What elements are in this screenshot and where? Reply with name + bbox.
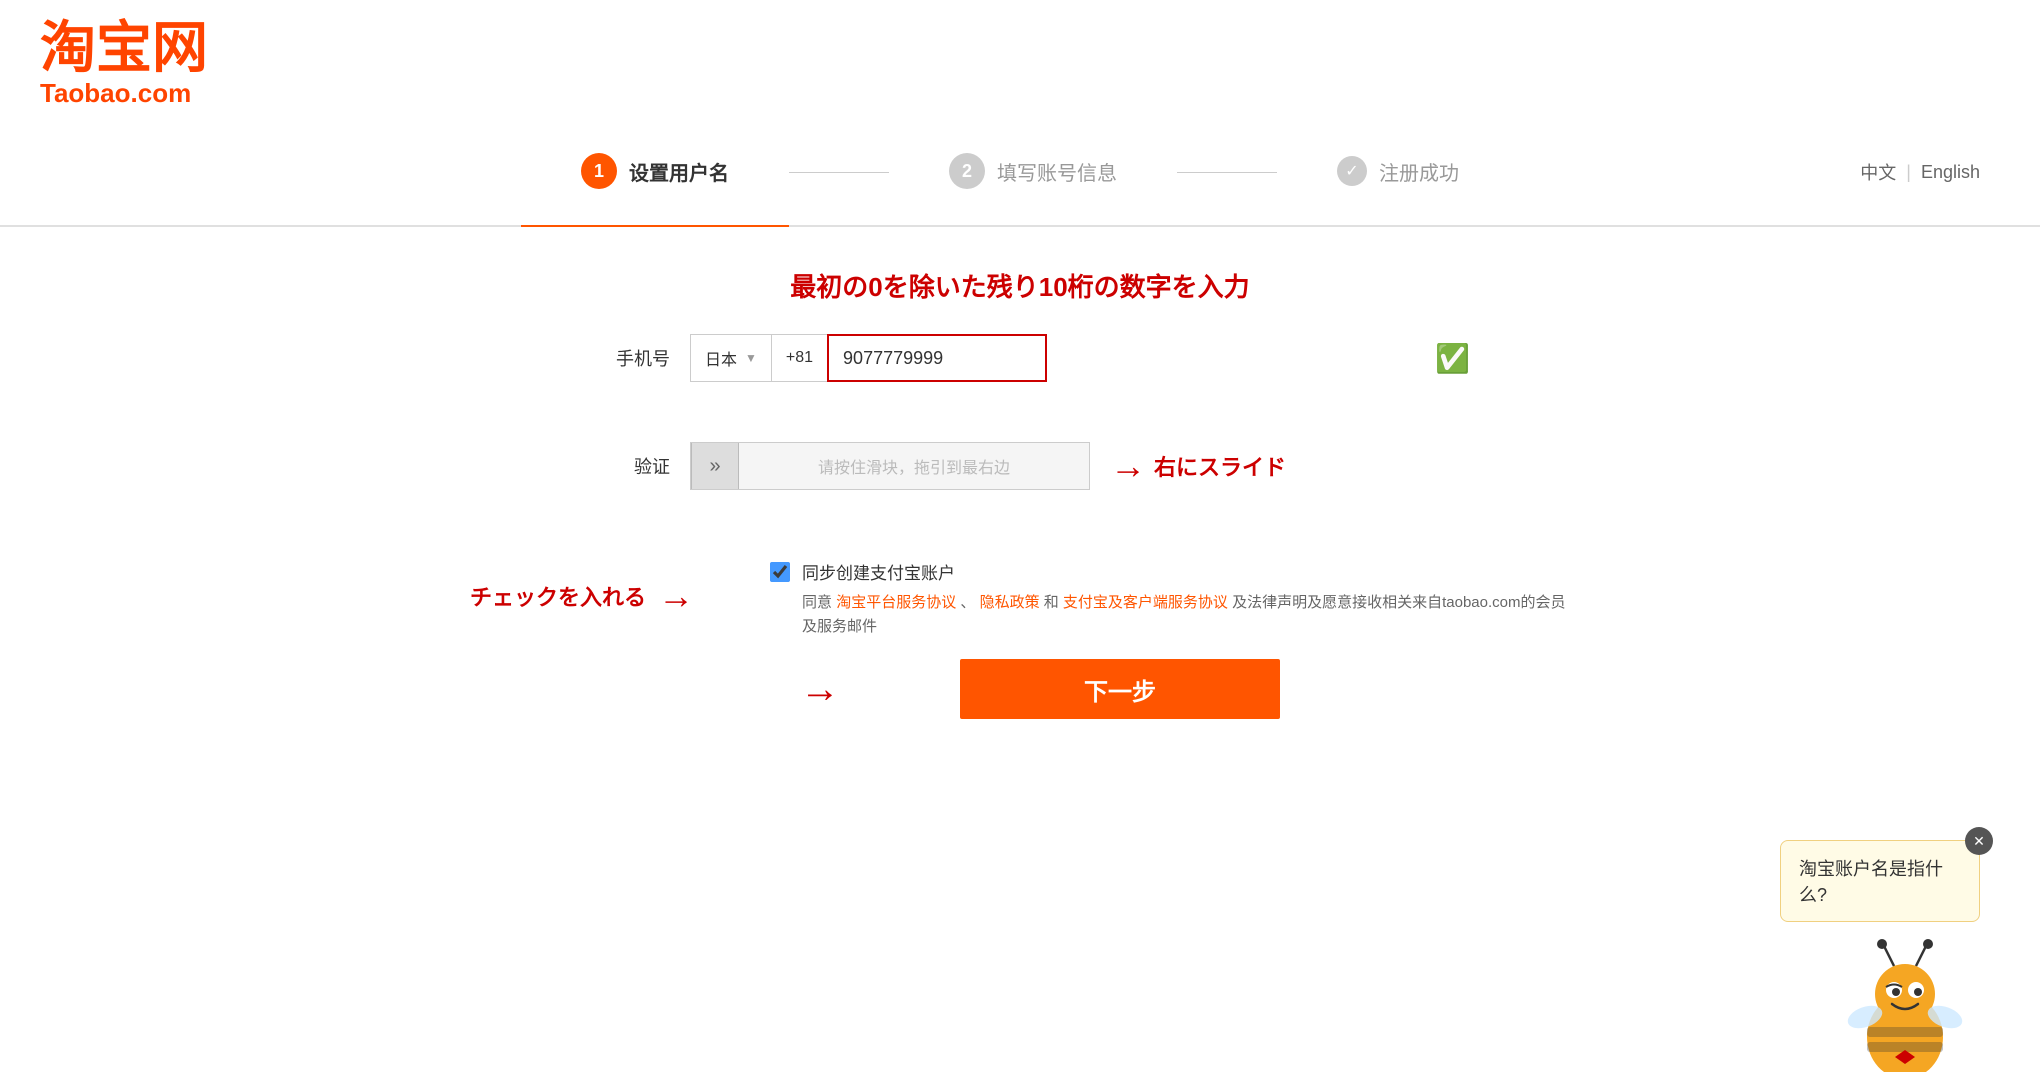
checkbox-section: チェックを入れる → 同步创建支付宝账户 同意 淘宝平台服务协议 、 隐私政策 … [470,560,1570,639]
checkbox-main-label: 同步创建支付宝账户 [802,560,1570,587]
instruction-text: 最初の0を除いた残り10桁の数字を入力 [790,267,1249,304]
terms-link-1[interactable]: 淘宝平台服务协议 [836,594,956,611]
country-select[interactable]: 日本 ▼ [690,334,771,382]
mascot-chat-bubble: ✕ 淘宝账户名是指什么? [1780,840,1980,922]
logo-pinyin: Taobao.com [40,78,2000,109]
step-1[interactable]: 1 设置用户名 [521,137,789,207]
slide-right-label: 右にスライド [1154,450,1286,482]
next-button[interactable]: 下一步 [960,659,1280,719]
step-divider-1 [789,172,889,173]
mascot-container: ✕ 淘宝账户名是指什么? [1780,840,1980,1072]
slider-container[interactable]: » 请按住滑块，拖引到最右边 [690,442,1090,490]
phone-label: 手机号 [570,345,670,371]
verify-row: 验证 » 请按住滑块，拖引到最右边 → 右にスライド [570,442,1470,490]
lang-switcher: 中文 | English [1860,159,1980,185]
lang-en-button[interactable]: English [1921,162,1980,183]
terms-link-2[interactable]: 隐私政策 [980,594,1040,611]
lang-separator: | [1906,162,1911,183]
step-divider-2 [1177,172,1277,173]
country-name: 日本 [705,346,737,370]
phone-row: 手机号 日本 ▼ +81 ✅ [570,334,1470,382]
step-1-label: 设置用户名 [629,157,729,186]
step-2-label: 填写账号信息 [997,157,1117,186]
slider-arrow-icon: » [709,455,720,478]
slider-placeholder-text: 请按住滑块，拖引到最右边 [739,454,1089,478]
main-content: 最初の0を除いた残り10桁の数字を入力 手机号 日本 ▼ +81 ✅ 验证 [0,227,2040,759]
close-icon: ✕ [1973,833,1985,850]
checkbox-row: 同步创建支付宝账户 同意 淘宝平台服务协议 、 隐私政策 和 支付宝及客户端服务… [770,560,1570,639]
step-2[interactable]: 2 填写账号信息 [889,137,1177,207]
lang-zh-button[interactable]: 中文 [1860,159,1896,185]
steps-bottom-border [0,225,2040,227]
checkbox-terms: 同意 淘宝平台服务协议 、 隐私政策 和 支付宝及客户端服务协议 及法律声明及愿… [802,591,1570,639]
step-3-label: 注册成功 [1379,157,1459,186]
valid-checkmark-icon: ✅ [1435,342,1470,375]
steps-bar: 1 设置用户名 2 填写账号信息 ✓ 注册成功 中文 | English [0,119,2040,227]
step-1-active-line [521,225,789,227]
logo-chinese: 淘宝网 [40,20,2000,76]
terms-and: 和 [1044,594,1063,611]
next-btn-annotation: → [800,667,840,712]
next-button-wrapper: → 下一步 [960,659,1280,719]
next-arrow-icon: → [800,667,840,712]
step-1-number: 1 [581,153,617,189]
mascot-chat-text: 淘宝账户名是指什么? [1799,859,1943,905]
terms-sep1: 、 [960,594,975,611]
check-annotation: チェックを入れる → [470,574,694,616]
step-3[interactable]: ✓ 注册成功 [1277,140,1519,204]
alipay-checkbox[interactable] [770,562,790,582]
mascot-close-button[interactable]: ✕ [1965,827,1993,855]
slider-handle[interactable]: » [691,442,739,490]
phone-form-row: 手机号 日本 ▼ +81 ✅ [570,334,1470,412]
chevron-down-icon: ▼ [745,351,757,365]
phone-input-group: 日本 ▼ +81 [690,334,1423,382]
check-annotation-label: チェックを入れる [470,579,646,611]
verify-label: 验证 [570,453,670,479]
terms-prefix: 同意 [802,594,832,611]
slide-right-annotation: → 右にスライド [1110,445,1286,487]
mascot-bee-figure [1840,932,1960,1072]
phone-number-input[interactable] [827,334,1047,382]
step-3-check-icon: ✓ [1337,156,1367,186]
check-annotation-arrow-icon: → [658,574,694,616]
checkbox-labels: 同步创建支付宝账户 同意 淘宝平台服务协议 、 隐私政策 和 支付宝及客户端服务… [802,560,1570,639]
step-2-number: 2 [949,153,985,189]
header: 淘宝网 Taobao.com [0,0,2040,119]
verify-row-wrapper: 验证 » 请按住滑块，拖引到最右边 → 右にスライド [570,442,1470,520]
slide-arrow-icon: → [1110,445,1146,487]
country-code: +81 [771,334,827,382]
terms-link-3[interactable]: 支付宝及客户端服务协议 [1063,594,1228,611]
